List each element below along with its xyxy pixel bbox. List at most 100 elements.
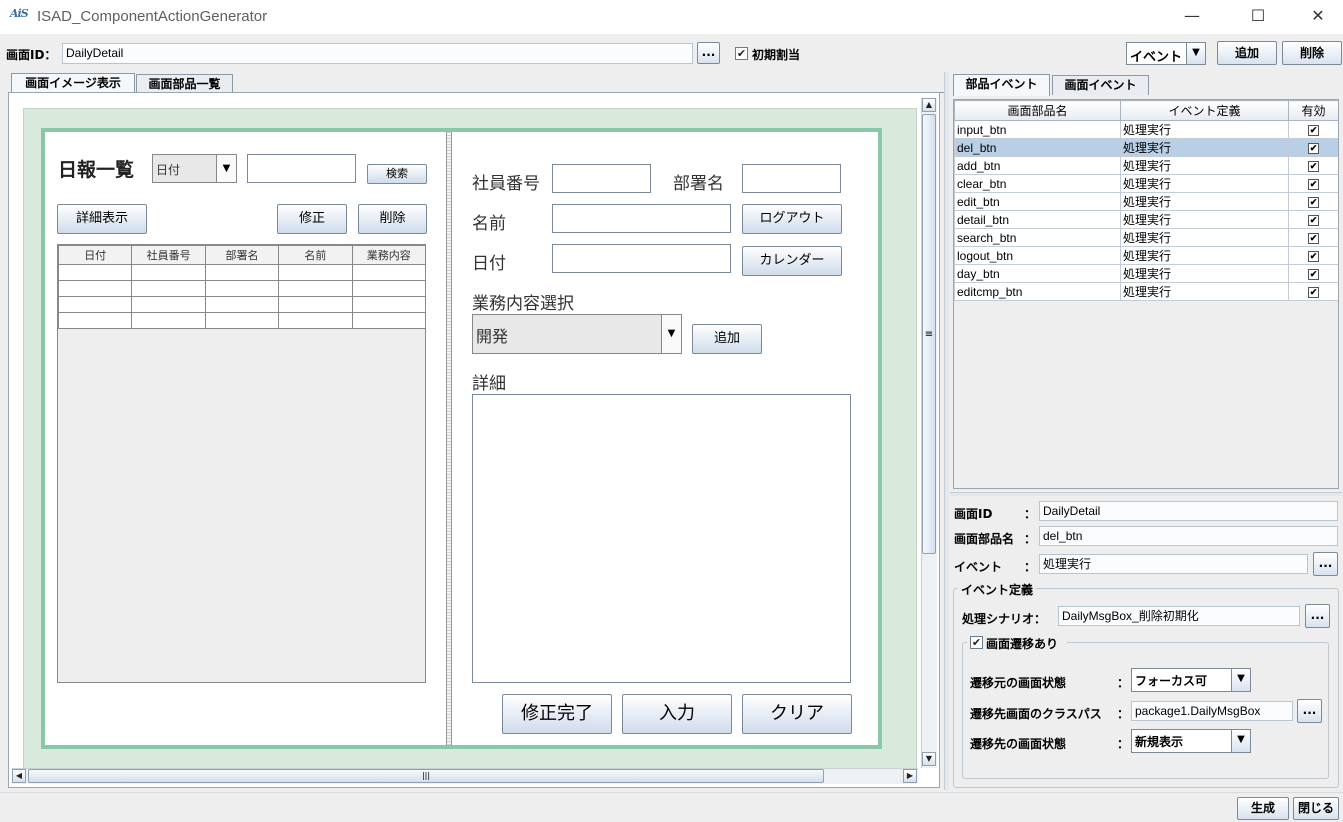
- enabled-checkbox[interactable]: ✔: [1308, 142, 1319, 154]
- event-browse-button[interactable]: ...: [1313, 552, 1338, 576]
- enabled-cell[interactable]: ✔: [1288, 138, 1338, 157]
- event-def-cell: 処理実行: [1120, 138, 1289, 157]
- table-row[interactable]: search_btn 処理実行 ✔: [954, 228, 1338, 247]
- clear-button[interactable]: クリア: [742, 694, 852, 734]
- enabled-checkbox[interactable]: ✔: [1308, 214, 1319, 226]
- enabled-checkbox[interactable]: ✔: [1308, 232, 1319, 244]
- enabled-cell[interactable]: ✔: [1288, 246, 1338, 265]
- event-table[interactable]: 画面部品名 イベント定義 有効 input_btn 処理実行 ✔ del_btn 処理…: [953, 99, 1339, 489]
- enabled-cell[interactable]: ✔: [1288, 192, 1338, 211]
- window-title: ISAD_ComponentActionGenerator: [37, 8, 268, 25]
- horizontal-scroll-thumb[interactable]: |||: [28, 769, 824, 783]
- employee-no-field[interactable]: [552, 164, 651, 193]
- detail-screen-id-field[interactable]: DailyDetail: [1039, 501, 1338, 521]
- edit-complete-button[interactable]: 修正完了: [502, 694, 612, 734]
- department-field[interactable]: [742, 164, 841, 193]
- initial-assign-checkbox[interactable]: ✔: [735, 47, 748, 60]
- dest-state-select[interactable]: 新規表示 ▼: [1131, 729, 1251, 753]
- enabled-cell[interactable]: ✔: [1288, 156, 1338, 175]
- close-window-button[interactable]: ✕: [1295, 0, 1341, 32]
- screen-id-field[interactable]: DailyDetail: [62, 43, 693, 64]
- search-button[interactable]: 検索: [367, 164, 427, 184]
- enabled-checkbox[interactable]: ✔: [1308, 268, 1319, 280]
- event-def-cell: 処理実行: [1120, 264, 1289, 283]
- enabled-checkbox[interactable]: ✔: [1308, 124, 1319, 136]
- screen-id-browse-button[interactable]: ...: [697, 42, 720, 64]
- transition-checkbox[interactable]: ✔: [970, 636, 983, 649]
- date-field[interactable]: [552, 244, 731, 273]
- table-row[interactable]: [57, 312, 427, 329]
- generate-button[interactable]: 生成: [1237, 797, 1289, 820]
- column-header[interactable]: 画面部品名: [954, 100, 1121, 121]
- enabled-checkbox[interactable]: ✔: [1308, 196, 1319, 208]
- close-button[interactable]: 閉じる: [1293, 797, 1339, 820]
- split-divider[interactable]: [446, 132, 452, 745]
- event-def-cell: 処理実行: [1120, 246, 1289, 265]
- table-row[interactable]: del_btn 処理実行 ✔: [954, 138, 1338, 157]
- edit-button[interactable]: 修正: [277, 204, 347, 234]
- task-select[interactable]: 開発 ▼: [472, 314, 682, 354]
- delete-button[interactable]: 削除: [1282, 41, 1342, 65]
- tab-screen-events[interactable]: 画面イベント: [1052, 75, 1149, 95]
- table-row[interactable]: edit_btn 処理実行 ✔: [954, 192, 1338, 211]
- table-row[interactable]: [57, 280, 427, 297]
- table-row[interactable]: editcmp_btn 処理実行 ✔: [954, 282, 1338, 301]
- vertical-scrollbar[interactable]: ▲ ≡ ▼: [921, 98, 937, 768]
- vertical-scroll-thumb[interactable]: ≡: [922, 114, 936, 554]
- report-table[interactable]: 日付 社員番号 部署名 名前 業務内容: [57, 244, 427, 683]
- pane-splitter[interactable]: [944, 72, 949, 790]
- enabled-cell[interactable]: ✔: [1288, 174, 1338, 193]
- detail-part-name-field[interactable]: del_btn: [1039, 526, 1338, 546]
- enabled-cell[interactable]: ✔: [1288, 282, 1338, 301]
- table-row[interactable]: day_btn 処理実行 ✔: [954, 264, 1338, 283]
- input-button[interactable]: 入力: [622, 694, 732, 734]
- table-row[interactable]: logout_btn 処理実行 ✔: [954, 246, 1338, 265]
- logout-button[interactable]: ログアウト: [742, 204, 842, 234]
- scroll-left-icon[interactable]: ◀: [12, 769, 26, 783]
- column-header[interactable]: 有効: [1288, 100, 1338, 121]
- table-row[interactable]: [57, 264, 427, 281]
- tab-screen-parts-list[interactable]: 画面部品一覧: [136, 74, 233, 94]
- table-row[interactable]: detail_btn 処理実行 ✔: [954, 210, 1338, 229]
- enabled-cell[interactable]: ✔: [1288, 228, 1338, 247]
- screen-id-label: 画面ID：: [6, 48, 57, 62]
- table-row[interactable]: input_btn 処理実行 ✔: [954, 120, 1338, 139]
- date-select[interactable]: 日付 ▼: [152, 154, 237, 183]
- scenario-field[interactable]: DailyMsgBox_削除初期化: [1058, 606, 1300, 626]
- table-row[interactable]: [57, 296, 427, 313]
- search-text-field[interactable]: [247, 154, 356, 183]
- scroll-right-icon[interactable]: ▶: [903, 769, 917, 783]
- minimize-button[interactable]: —: [1169, 0, 1215, 32]
- enabled-checkbox[interactable]: ✔: [1308, 250, 1319, 262]
- task-add-button[interactable]: 追加: [692, 324, 762, 354]
- src-state-select[interactable]: フォーカス可 ▼: [1131, 668, 1251, 692]
- enabled-cell[interactable]: ✔: [1288, 120, 1338, 139]
- name-field[interactable]: [552, 204, 731, 233]
- table-row[interactable]: clear_btn 処理実行 ✔: [954, 174, 1338, 193]
- enabled-cell[interactable]: ✔: [1288, 210, 1338, 229]
- column-header[interactable]: イベント定義: [1120, 100, 1289, 121]
- dest-class-field[interactable]: package1.DailyMsgBox: [1131, 701, 1293, 721]
- enabled-cell[interactable]: ✔: [1288, 264, 1338, 283]
- dest-class-browse-button[interactable]: ...: [1297, 699, 1322, 723]
- transition-label: 画面遷移あり: [986, 637, 1059, 651]
- maximize-button[interactable]: ☐: [1235, 0, 1281, 32]
- scroll-down-icon[interactable]: ▼: [922, 752, 936, 766]
- detail-textarea[interactable]: [472, 394, 851, 683]
- detail-splitter[interactable]: [950, 492, 1342, 496]
- add-button[interactable]: 追加: [1217, 41, 1277, 65]
- enabled-checkbox[interactable]: ✔: [1308, 286, 1319, 298]
- horizontal-scrollbar[interactable]: ◀ ||| ▶: [12, 768, 918, 784]
- detail-event-field[interactable]: 処理実行: [1039, 554, 1308, 574]
- table-row[interactable]: add_btn 処理実行 ✔: [954, 156, 1338, 175]
- scroll-up-icon[interactable]: ▲: [922, 98, 936, 112]
- enabled-checkbox[interactable]: ✔: [1308, 160, 1319, 172]
- calendar-button[interactable]: カレンダー: [742, 246, 842, 276]
- event-type-select[interactable]: イベント ▼: [1126, 42, 1206, 65]
- form-delete-button[interactable]: 削除: [358, 204, 427, 234]
- enabled-checkbox[interactable]: ✔: [1308, 178, 1319, 190]
- tab-part-events[interactable]: 部品イベント: [953, 74, 1050, 96]
- detail-view-button[interactable]: 詳細表示: [57, 204, 147, 234]
- employee-no-label: 社員番号: [472, 174, 540, 194]
- scenario-browse-button[interactable]: ...: [1305, 604, 1330, 628]
